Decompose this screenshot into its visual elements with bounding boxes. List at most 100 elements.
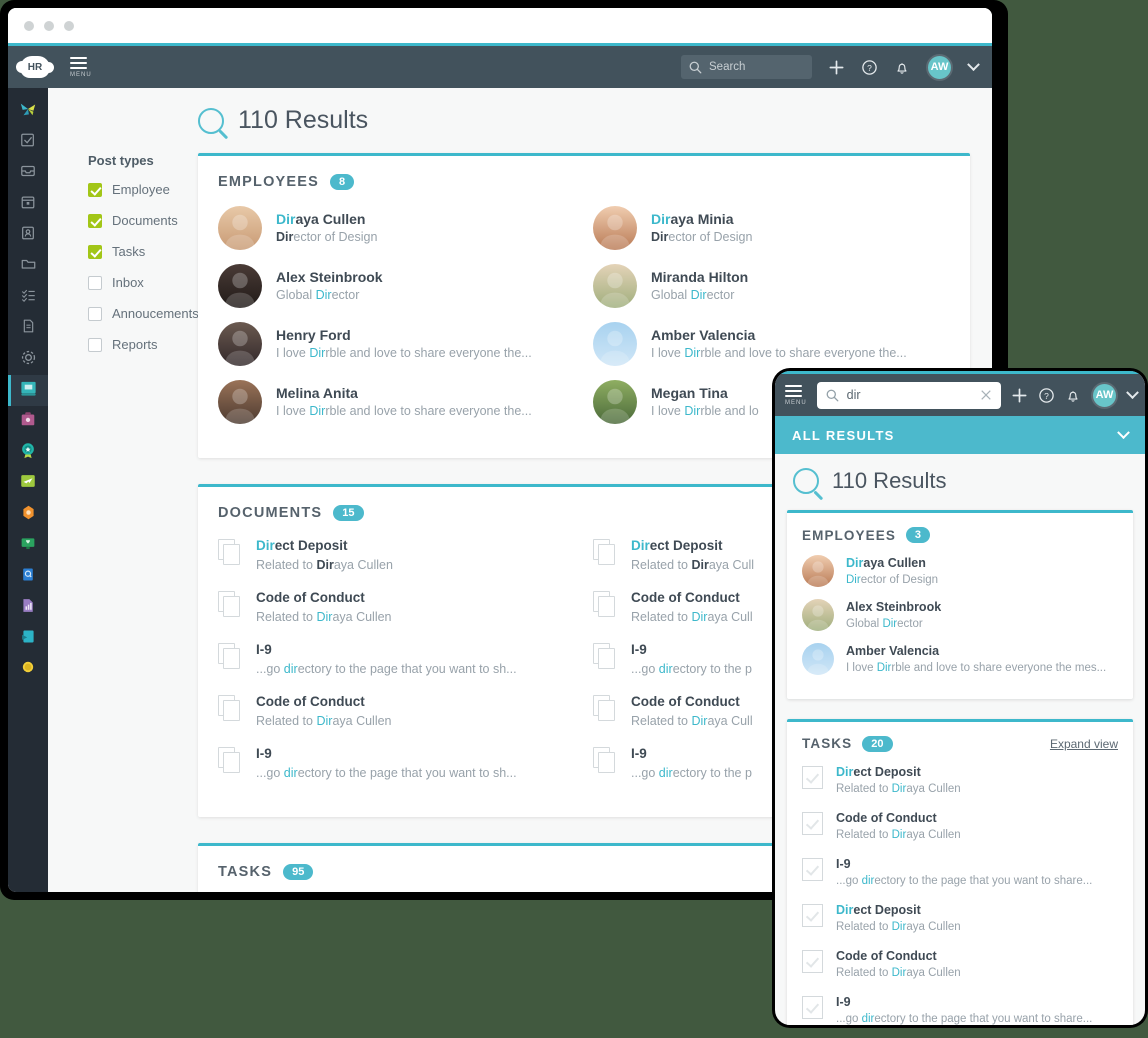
overlay-task-title: I-9 [836, 994, 851, 1009]
rail-item-files[interactable] [8, 251, 48, 282]
task-checkbox-icon[interactable] [802, 765, 823, 789]
avatar[interactable]: AW [926, 53, 953, 81]
close-icon[interactable] [980, 389, 992, 401]
checkbox-icon[interactable] [88, 213, 102, 228]
document-result-row[interactable]: I-9 ...go directory to the page that you … [218, 745, 575, 782]
overlay-notifications-button[interactable] [1065, 387, 1081, 404]
overlay-task-row[interactable]: Direct Deposit Related to Diraya Cullen [802, 902, 1118, 935]
employee-result-row[interactable]: Alex Steinbrook Global Director [218, 264, 575, 308]
rail-item-documents[interactable] [8, 313, 48, 344]
account-menu-caret[interactable] [967, 57, 980, 72]
document-icon [593, 591, 617, 618]
document-result-row[interactable]: Code of Conduct Related to Diraya Cullen [218, 693, 575, 730]
employee-result-row[interactable]: Amber Valencia I love Dirrble and love to… [593, 322, 950, 366]
rail-item-reports[interactable] [8, 375, 48, 406]
facet-label: Documents [112, 213, 178, 228]
rail-item-coins[interactable] [8, 654, 48, 685]
task-checkbox-icon[interactable] [802, 995, 823, 1019]
overlay-task-title: Code of Conduct [836, 810, 937, 825]
overlay-account-caret[interactable] [1126, 385, 1139, 400]
task-checkbox-icon[interactable] [802, 811, 823, 835]
facet-documents[interactable]: Documents [88, 213, 198, 228]
document-result-row[interactable]: I-9 ...go directory to the page that you … [218, 641, 575, 678]
document-result-row[interactable]: Direct Deposit Related to Diraya Cullen [218, 537, 575, 574]
question-circle-icon: ? [862, 59, 877, 75]
overlay-add-button[interactable] [1011, 387, 1028, 404]
rail-item-settings[interactable] [8, 344, 48, 375]
rail-item-messages[interactable] [8, 623, 48, 654]
checkbox-icon[interactable] [88, 182, 102, 197]
overlay-menu-button[interactable]: MENU [785, 384, 807, 406]
employee-subtitle: Director of Design [276, 229, 378, 244]
facet-annoucements[interactable]: Annoucements [88, 306, 199, 321]
avatar [218, 322, 262, 366]
document-result-row[interactable]: Code of Conduct Related to Diraya Cullen [218, 589, 575, 626]
overlay-task-row[interactable]: Direct Deposit Related to Diraya Cullen [802, 764, 1118, 797]
checkbox-icon[interactable] [88, 306, 102, 321]
overlay-window: MENU dir ? AW ALL RESULTS 110 Results EM… [772, 368, 1148, 1028]
employee-name: Megan Tina [651, 384, 728, 401]
employee-subtitle: I love Dirrble and love to share everyon… [651, 345, 907, 360]
rail-item-directory[interactable] [8, 220, 48, 251]
help-button[interactable]: ? [861, 59, 878, 76]
facet-employee[interactable]: Employee [88, 182, 198, 197]
employee-result-row[interactable]: Miranda Hilton Global Director [593, 264, 950, 308]
employee-result-row[interactable]: Diraya Cullen Director of Design [218, 206, 575, 250]
rail-item-benefits[interactable] [8, 406, 48, 437]
hamburger-icon [70, 56, 87, 69]
employee-name: Amber Valencia [651, 326, 756, 343]
hr-logo[interactable]: HR [16, 56, 54, 78]
plus-icon [1012, 388, 1027, 402]
rail-item-search-docs[interactable] [8, 561, 48, 592]
overlay-section-title: EMPLOYEES [802, 527, 896, 543]
facet-reports[interactable]: Reports [88, 337, 198, 352]
overlay-task-row[interactable]: I-9 ...go directory to the page that you … [802, 994, 1118, 1025]
overlay-task-subtitle: ...go directory to the page that you wan… [836, 874, 1093, 887]
search-input[interactable]: Search [681, 55, 812, 79]
window-close-dot[interactable] [24, 20, 34, 31]
rail-item-alerts[interactable] [8, 499, 48, 530]
checkbox-icon[interactable] [88, 244, 102, 259]
facet-inbox[interactable]: Inbox [88, 275, 198, 290]
task-checkbox-icon[interactable] [802, 857, 823, 881]
task-checkbox-icon[interactable] [802, 903, 823, 927]
window-maximize-dot[interactable] [64, 20, 74, 31]
overlay-task-row[interactable]: Code of Conduct Related to Diraya Cullen [802, 948, 1118, 981]
add-button[interactable] [828, 59, 845, 76]
employee-result-row[interactable]: Diraya Minia Director of Design [593, 206, 950, 250]
overlay-task-row[interactable]: I-9 ...go directory to the page that you … [802, 856, 1118, 889]
overlay-task-subtitle: Related to Diraya Cullen [836, 782, 961, 795]
page-title: 110 Results [238, 106, 369, 134]
document-icon [21, 318, 36, 339]
menu-button[interactable]: MENU [70, 56, 92, 78]
employee-result-row[interactable]: Henry Ford I love Dirrble and love to sha… [218, 322, 575, 366]
expand-view-link[interactable]: Expand view [1050, 737, 1118, 751]
employee-result-row[interactable]: Melina Anita I love Dirrble and love to s… [218, 380, 575, 424]
document-title: Direct Deposit [631, 538, 723, 553]
rail-item-logo-butterfly[interactable] [8, 96, 48, 127]
rail-item-inbox[interactable] [8, 158, 48, 189]
rail-item-checklist[interactable] [8, 282, 48, 313]
rail-item-tasks[interactable] [8, 127, 48, 158]
overlay-help-button[interactable]: ? [1038, 387, 1055, 404]
overlay-employee-row[interactable]: Amber Valencia I love Dirrble and love to… [802, 643, 1118, 676]
award-icon [19, 441, 37, 464]
window-minimize-dot[interactable] [44, 20, 54, 31]
employee-name: Diraya Cullen [276, 210, 366, 227]
all-results-bar[interactable]: ALL RESULTS [775, 416, 1145, 454]
overlay-task-row[interactable]: Code of Conduct Related to Diraya Cullen [802, 810, 1118, 843]
rail-item-time-off[interactable] [8, 468, 48, 499]
rail-item-calendar[interactable] [8, 189, 48, 220]
task-checkbox-icon[interactable] [802, 949, 823, 973]
checkbox-icon[interactable] [88, 275, 102, 290]
overlay-employee-row[interactable]: Diraya Cullen Director of Design [802, 555, 1118, 588]
overlay-employee-row[interactable]: Alex Steinbrook Global Director [802, 599, 1118, 632]
notifications-button[interactable] [894, 59, 910, 76]
rail-item-analytics[interactable] [8, 592, 48, 623]
rail-item-awards[interactable] [8, 437, 48, 468]
checkbox-icon[interactable] [88, 337, 102, 352]
overlay-search-input[interactable]: dir [816, 381, 1001, 409]
overlay-avatar[interactable]: AW [1091, 381, 1118, 409]
facet-tasks[interactable]: Tasks [88, 244, 198, 259]
rail-item-learning[interactable] [8, 530, 48, 561]
